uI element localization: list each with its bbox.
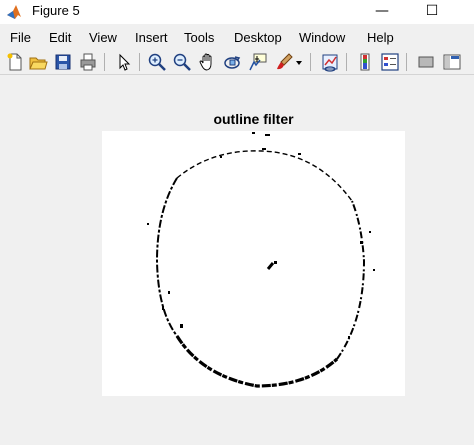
speck: [265, 134, 270, 136]
center-mark: [266, 262, 275, 270]
speck: [168, 291, 170, 294]
link-plot-icon[interactable]: [320, 52, 340, 72]
toolbar-separator: [139, 53, 140, 71]
outline-image: [147, 132, 375, 388]
center-dot: [274, 261, 277, 264]
menu-insert[interactable]: Insert: [135, 30, 168, 45]
speck: [147, 223, 149, 225]
window-title: Figure 5: [32, 3, 80, 18]
speck: [162, 306, 164, 310]
rotate-3d-icon[interactable]: [222, 52, 242, 72]
menu-window[interactable]: Window: [299, 30, 345, 45]
figure-toolbar: [0, 49, 474, 75]
zoom-out-icon[interactable]: [172, 52, 192, 72]
pan-hand-icon[interactable]: [197, 52, 217, 72]
toolbar-separator: [310, 53, 311, 71]
brush-icon[interactable]: [274, 52, 294, 72]
speck: [252, 132, 255, 134]
open-file-icon[interactable]: [28, 52, 48, 72]
menu-file[interactable]: File: [10, 30, 31, 45]
speck: [348, 336, 350, 339]
insert-legend-icon[interactable]: [380, 52, 400, 72]
speck: [360, 241, 363, 244]
speck: [369, 231, 371, 233]
new-figure-icon[interactable]: [5, 52, 25, 72]
menu-view[interactable]: View: [89, 30, 117, 45]
maximize-button[interactable]: ☐: [412, 0, 452, 24]
show-plot-tools-icon[interactable]: [442, 52, 462, 72]
menu-desktop[interactable]: Desktop: [234, 30, 282, 45]
outline-bottom-arc: [175, 335, 339, 388]
brush-dropdown-icon[interactable]: [294, 52, 304, 72]
insert-colorbar-icon[interactable]: [356, 52, 376, 72]
toolbar-separator: [104, 53, 105, 71]
minimize-button[interactable]: —: [362, 0, 402, 24]
outline-right-side: [336, 200, 366, 360]
zoom-in-icon[interactable]: [147, 52, 167, 72]
menu-edit[interactable]: Edit: [49, 30, 71, 45]
speck: [373, 269, 375, 271]
menu-help[interactable]: Help: [367, 30, 394, 45]
toolbar-separator: [406, 53, 407, 71]
hide-plot-tools-icon[interactable]: [416, 52, 436, 72]
toolbar-separator: [346, 53, 347, 71]
speck: [298, 153, 301, 155]
outline-left-side: [155, 177, 178, 337]
speck: [220, 156, 222, 158]
menu-tools[interactable]: Tools: [184, 30, 214, 45]
axes-title: outline filter: [213, 111, 294, 127]
title-bar: Figure 5 — ☐: [0, 0, 474, 24]
save-icon[interactable]: [53, 52, 73, 72]
pointer-icon[interactable]: [114, 52, 134, 72]
outline-upper-arc: [176, 150, 353, 202]
speck: [262, 148, 266, 150]
speck: [180, 324, 183, 328]
menu-bar: File Edit View Insert Tools Desktop Wind…: [0, 28, 474, 48]
image-axes[interactable]: [102, 131, 405, 396]
matlab-logo-icon: [7, 5, 21, 19]
print-icon[interactable]: [78, 52, 98, 72]
data-cursor-icon[interactable]: [248, 52, 268, 72]
